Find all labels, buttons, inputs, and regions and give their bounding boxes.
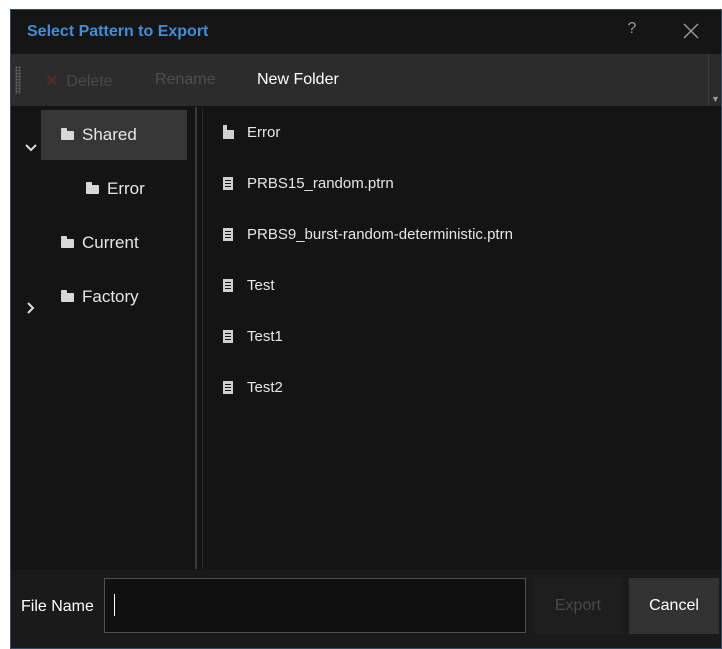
file-icon xyxy=(223,176,233,190)
folder-icon xyxy=(223,125,234,139)
folder-icon xyxy=(61,235,74,248)
close-button[interactable] xyxy=(679,18,703,44)
list-item[interactable]: Test2 xyxy=(223,374,283,400)
list-item[interactable]: PRBS9_burst-random-deterministic.ptrn xyxy=(223,221,513,247)
file-icon xyxy=(223,278,233,292)
delete-label: Delete xyxy=(66,73,113,90)
rename-button[interactable]: Rename xyxy=(155,71,215,89)
help-button[interactable]: ? xyxy=(623,20,641,42)
toolbar: ✕ Delete Rename New Folder ▼ xyxy=(11,54,721,106)
file-name: PRBS9_burst-random-deterministic.ptrn xyxy=(247,225,513,243)
export-button[interactable]: Export xyxy=(534,578,622,634)
file-name: Test2 xyxy=(247,378,283,396)
file-icon xyxy=(223,329,233,343)
delete-button[interactable]: ✕ Delete xyxy=(45,71,113,91)
file-icon xyxy=(223,380,233,394)
folder-tree: Shared Error Current Factory xyxy=(11,107,195,569)
toolbar-grip-handle[interactable] xyxy=(15,66,21,94)
file-name-label: File Name xyxy=(21,598,94,615)
folder-icon xyxy=(61,127,74,140)
file-name: PRBS15_random.ptrn xyxy=(247,174,394,192)
list-item[interactable]: Error xyxy=(223,119,280,145)
file-name-input[interactable] xyxy=(104,578,526,633)
file-name: Test xyxy=(247,276,275,294)
tree-item-label: Factory xyxy=(82,287,139,306)
tree-item-current[interactable]: Current xyxy=(61,218,139,268)
chevron-down-icon[interactable] xyxy=(24,141,38,155)
file-list: Error PRBS15_random.ptrn PRBS9_burst-ran… xyxy=(202,107,721,569)
toolbar-scrollbar[interactable]: ▼ xyxy=(708,54,721,106)
folder-icon xyxy=(86,181,99,194)
dialog-footer: File Name Export Cancel xyxy=(11,570,721,648)
list-item[interactable]: Test1 xyxy=(223,323,283,349)
file-name: Error xyxy=(247,123,281,141)
title-bar: Select Pattern to Export ? xyxy=(11,10,721,54)
close-icon xyxy=(683,23,699,39)
text-caret xyxy=(114,594,115,616)
chevron-right-icon[interactable] xyxy=(24,301,38,315)
tree-item-shared[interactable]: Shared xyxy=(41,110,187,160)
cancel-button[interactable]: Cancel xyxy=(629,578,719,634)
new-folder-button[interactable]: New Folder xyxy=(257,71,339,89)
file-name: Test1 xyxy=(247,327,283,345)
tree-item-label: Error xyxy=(107,179,145,198)
pane-splitter[interactable] xyxy=(195,107,197,569)
scroll-down-icon: ▼ xyxy=(711,94,720,104)
tree-item-error[interactable]: Error xyxy=(86,164,145,214)
tree-item-factory[interactable]: Factory xyxy=(61,272,139,322)
file-icon xyxy=(223,227,233,241)
list-item[interactable]: Test xyxy=(223,272,275,298)
delete-icon: ✕ xyxy=(45,73,59,90)
folder-icon xyxy=(61,289,74,302)
export-dialog: Select Pattern to Export ? ✕ Delete Renam… xyxy=(10,9,722,649)
tree-item-label: Current xyxy=(82,233,139,252)
list-item[interactable]: PRBS15_random.ptrn xyxy=(223,170,394,196)
dialog-title: Select Pattern to Export xyxy=(27,23,209,40)
tree-item-label: Shared xyxy=(82,125,137,144)
